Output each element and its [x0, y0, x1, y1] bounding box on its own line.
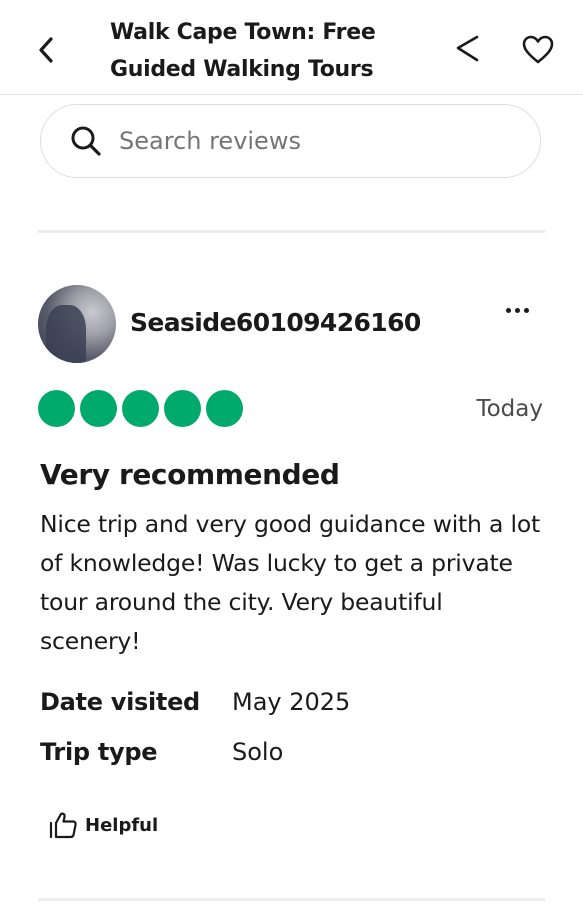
search-icon	[69, 124, 103, 158]
rating-bubble-filled	[206, 390, 243, 427]
trip-type-label: Trip type	[40, 738, 158, 766]
search-bar[interactable]	[40, 104, 541, 178]
avatar[interactable]	[38, 285, 116, 363]
review-body: Nice trip and very good guidance with a …	[40, 510, 541, 655]
review-title: Very recommended	[40, 458, 340, 491]
rating-bubble-filled	[38, 390, 75, 427]
helpful-label: Helpful	[85, 814, 159, 836]
helpful-button[interactable]: Helpful	[48, 808, 158, 842]
reviewer-username[interactable]: Seaside60109426160	[130, 308, 421, 337]
section-divider	[38, 230, 545, 233]
share-icon	[456, 35, 479, 62]
more-options-button[interactable]	[496, 296, 538, 324]
rating-bubbles	[38, 390, 248, 428]
rating-bubble-filled	[122, 390, 159, 427]
review-date: Today	[476, 396, 543, 422]
section-divider	[38, 898, 545, 901]
date-visited-value: May 2025	[232, 688, 351, 716]
rating-bubble-filled	[80, 390, 117, 427]
share-button[interactable]	[448, 30, 486, 68]
trip-type-value: Solo	[232, 738, 284, 766]
rating-bubble-filled	[164, 390, 201, 427]
more-horizontal-icon	[504, 307, 531, 313]
save-favorite-button[interactable]	[518, 30, 558, 70]
chevron-left-icon	[39, 37, 53, 63]
page-title: Walk Cape Town: Free Guided Walking Tour…	[110, 20, 376, 82]
back-button[interactable]	[30, 30, 62, 70]
heart-icon	[522, 35, 554, 64]
top-bar: Walk Cape Town: Free Guided Walking Tour…	[0, 0, 583, 95]
thumbs-up-icon	[49, 812, 77, 839]
date-visited-label: Date visited	[40, 688, 200, 716]
search-input[interactable]	[117, 126, 521, 156]
